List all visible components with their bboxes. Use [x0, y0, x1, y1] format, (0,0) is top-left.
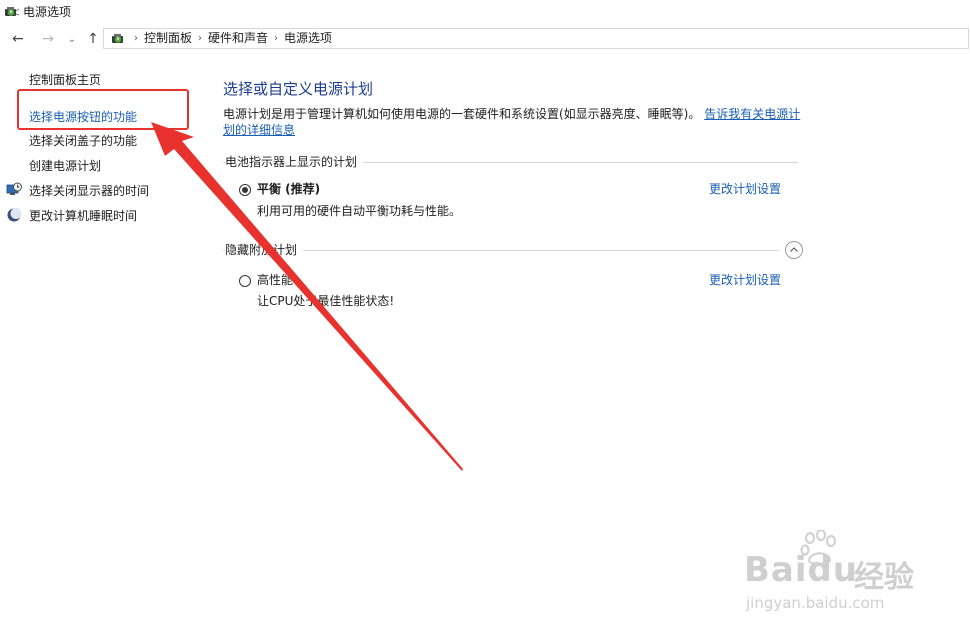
display-clock-icon	[6, 182, 22, 195]
plan-balanced-change-settings-link[interactable]: 更改计划设置	[709, 181, 781, 197]
plan-high-performance-radio[interactable]	[239, 275, 251, 287]
collapse-hidden-plans-button[interactable]	[785, 241, 803, 259]
plan-description-text: 电源计划是用于管理计算机如何使用电源的一套硬件和系统设置(如显示器亮度、睡眠等)…	[223, 107, 701, 121]
breadcrumb-separator: ›	[134, 33, 138, 44]
plan-balanced-description: 利用可用的硬件自动平衡功耗与性能。	[257, 204, 462, 218]
hidden-section-title: 隐藏附加计划	[225, 242, 304, 258]
power-options-icon	[112, 34, 123, 43]
breadcrumb-separator[interactable]: ›	[274, 31, 278, 46]
battery-plans-section: 电池指示器上显示的计划	[223, 154, 803, 170]
plan-balanced-radio[interactable]	[239, 184, 251, 196]
plan-high-performance-description: 让CPU处于最佳性能状态!	[257, 294, 395, 308]
power-options-icon	[5, 7, 20, 16]
baidu-jingyan-watermark: Baidu 经验 jingyan.baidu.com	[742, 528, 922, 618]
sidebar-item-sleep-time[interactable]: 更改计算机睡眠时间	[29, 208, 137, 224]
plan-high-performance-change-settings-link[interactable]: 更改计划设置	[709, 272, 781, 288]
sidebar-item-control-panel-home[interactable]: 控制面板主页	[29, 72, 101, 88]
recent-locations-chevron-icon[interactable]: ⌄	[63, 30, 81, 48]
learn-more-link[interactable]: 告诉我有关电源计	[704, 107, 800, 121]
plan-description: 电源计划是用于管理计算机如何使用电源的一套硬件和系统设置(如显示器亮度、睡眠等)…	[223, 106, 803, 138]
power-options-window: 电源选项 ← → ⌄ ↑ › 控制面板 › 硬件和声音 › 电源选项 控制面板主…	[0, 0, 970, 636]
left-pane: 控制面板主页 选择电源按钮的功能 选择关闭盖子的功能 创建电源计划 选择关闭显示…	[0, 52, 210, 636]
breadcrumb-control-panel[interactable]: 控制面板	[144, 31, 192, 46]
battery-section-title: 电池指示器上显示的计划	[225, 154, 364, 170]
plan-high-performance-name[interactable]: 高性能	[257, 272, 293, 288]
back-arrow-icon[interactable]: ←	[9, 30, 27, 48]
learn-more-link-continued[interactable]: 划的详细信息	[223, 123, 295, 137]
watermark-brand: Baidu	[744, 550, 859, 590]
title-bar: 电源选项	[0, 0, 970, 26]
breadcrumb-hardware-sound[interactable]: 硬件和声音	[208, 31, 268, 46]
moon-icon	[7, 208, 22, 222]
main-pane: 选择或自定义电源计划 电源计划是用于管理计算机如何使用电源的一套硬件和系统设置(…	[223, 52, 823, 452]
chevron-up-icon	[790, 247, 798, 252]
breadcrumb: › 控制面板 › 硬件和声音 › 电源选项	[130, 31, 332, 46]
breadcrumb-power-options[interactable]: 电源选项	[284, 31, 332, 46]
up-arrow-icon[interactable]: ↑	[84, 30, 102, 48]
window-title: 电源选项	[23, 5, 72, 19]
breadcrumb-separator[interactable]: ›	[198, 31, 202, 46]
annotation-highlight-box	[17, 89, 189, 130]
forward-arrow-icon[interactable]: →	[39, 30, 57, 48]
sidebar-item-lid-close[interactable]: 选择关闭盖子的功能	[29, 133, 137, 149]
navigation-bar: ← → ⌄ ↑ › 控制面板 › 硬件和声音 › 电源选项	[0, 26, 970, 52]
watermark-url: jingyan.baidu.com	[746, 594, 885, 612]
address-bar[interactable]: › 控制面板 › 硬件和声音 › 电源选项	[103, 28, 969, 49]
hidden-plans-section: 隐藏附加计划	[223, 242, 803, 258]
sidebar-item-create-plan[interactable]: 创建电源计划	[29, 158, 101, 174]
sidebar-item-display-off-time[interactable]: 选择关闭显示器的时间	[29, 183, 149, 199]
plan-balanced-name[interactable]: 平衡 (推荐)	[257, 181, 320, 197]
section-divider	[223, 250, 779, 251]
page-title: 选择或自定义电源计划	[223, 80, 374, 98]
watermark-brand-cn: 经验	[854, 560, 914, 595]
